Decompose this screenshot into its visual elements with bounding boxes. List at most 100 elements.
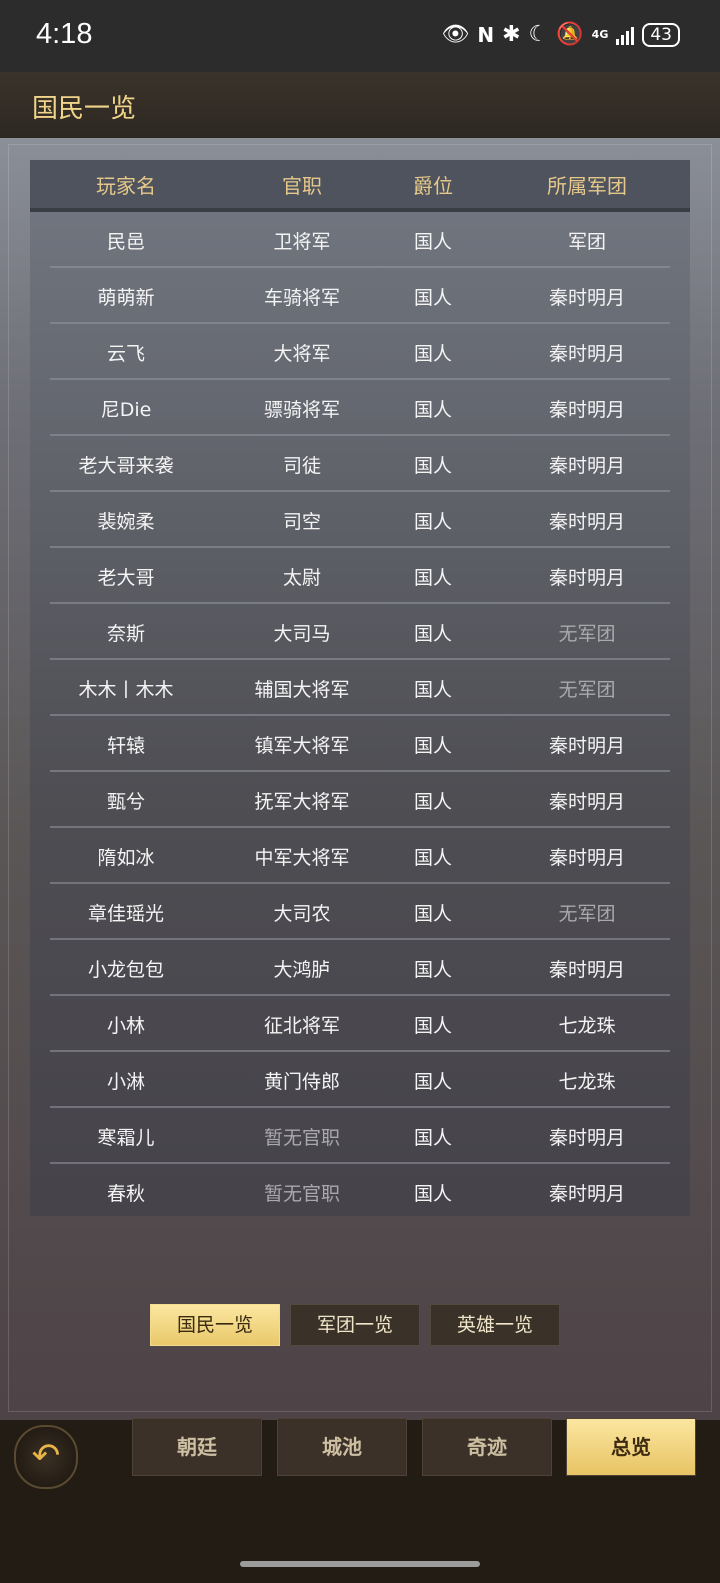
cell-player: 尼Die — [100, 398, 152, 421]
table-row[interactable]: 春秋 暂无官职 国人 秦时明月 — [30, 1164, 690, 1216]
table-row[interactable]: 奈斯 大司马 国人 无军团 — [30, 604, 690, 660]
battery-level: 43 — [642, 22, 680, 47]
col-header-player: 玩家名 — [96, 173, 156, 198]
tab-citizens[interactable]: 国民一览 — [150, 1304, 280, 1346]
cell-office: 辅国大将军 — [254, 678, 350, 701]
nav-court[interactable]: 朝廷 — [132, 1418, 262, 1476]
bluetooth-icon: ✱ — [502, 22, 521, 47]
cell-legion: 无军团 — [558, 902, 616, 925]
cell-office: 司空 — [282, 510, 321, 533]
cell-player: 甄兮 — [106, 790, 145, 813]
table-row[interactable]: 小林 征北将军 国人 七龙珠 — [30, 996, 690, 1052]
cell-player: 章佳瑶光 — [87, 902, 164, 925]
page-header: 国民一览 — [0, 72, 720, 138]
cell-office: 卫将军 — [273, 230, 331, 253]
cell-rank: 国人 — [413, 286, 452, 309]
cell-rank: 国人 — [413, 790, 452, 813]
page-title: 国民一览 — [32, 94, 137, 124]
table-header: 玩家名 官职 爵位 所属军团 — [30, 160, 690, 212]
cell-player: 老大哥来袭 — [78, 454, 174, 477]
cell-player: 民邑 — [106, 230, 145, 253]
table-row[interactable]: 章佳瑶光 大司农 国人 无军团 — [30, 884, 690, 940]
cell-office: 太尉 — [282, 566, 321, 589]
nav-cities[interactable]: 城池 — [277, 1418, 407, 1476]
home-indicator[interactable] — [240, 1561, 480, 1567]
cell-rank: 国人 — [413, 1014, 452, 1037]
cell-office: 黄门侍郎 — [263, 1070, 340, 1093]
cell-office: 大鸿胪 — [273, 958, 331, 981]
col-header-legion: 所属军团 — [547, 173, 627, 198]
cell-rank: 国人 — [413, 958, 452, 981]
table-row[interactable]: 小淋 黄门侍郎 国人 七龙珠 — [30, 1052, 690, 1108]
cell-rank: 国人 — [413, 510, 452, 533]
table-row[interactable]: 民邑 卫将军 国人 军团 — [30, 212, 690, 268]
cell-rank: 国人 — [413, 1070, 452, 1093]
signal-icon — [616, 25, 635, 45]
table-row[interactable]: 老大哥来袭 司徒 国人 秦时明月 — [30, 436, 690, 492]
cell-rank: 国人 — [413, 678, 452, 701]
col-header-office: 官职 — [282, 173, 322, 198]
cell-rank: 国人 — [413, 566, 452, 589]
network-type: 4G — [591, 28, 609, 41]
cell-legion: 秦时明月 — [548, 846, 625, 869]
cell-rank: 国人 — [413, 734, 452, 757]
cell-office: 暂无官职 — [263, 1182, 340, 1205]
nav-overview[interactable]: 总览 — [566, 1418, 696, 1476]
cell-rank: 国人 — [413, 902, 452, 925]
table-row[interactable]: 隋如冰 中军大将军 国人 秦时明月 — [30, 828, 690, 884]
cell-legion: 秦时明月 — [548, 958, 625, 981]
cell-player: 轩辕 — [106, 734, 145, 757]
cell-player: 小林 — [106, 1014, 145, 1037]
table-row[interactable]: 老大哥 太尉 国人 秦时明月 — [30, 548, 690, 604]
cell-player: 奈斯 — [106, 622, 145, 645]
cell-player: 寒霜儿 — [97, 1126, 155, 1149]
cell-player: 老大哥 — [97, 566, 155, 589]
table-row[interactable]: 裴婉柔 司空 国人 秦时明月 — [30, 492, 690, 548]
table-row[interactable]: 萌萌新 车骑将军 国人 秦时明月 — [30, 268, 690, 324]
cell-legion: 无军团 — [558, 678, 616, 701]
cell-rank: 国人 — [413, 1182, 452, 1205]
table-row[interactable]: 甄兮 抚军大将军 国人 秦时明月 — [30, 772, 690, 828]
cell-office: 抚军大将军 — [254, 790, 350, 813]
table-row[interactable]: 尼Die 骠骑将军 国人 秦时明月 — [30, 380, 690, 436]
table-row[interactable]: 轩辕 镇军大将军 国人 秦时明月 — [30, 716, 690, 772]
back-arrow-icon[interactable]: ↶ — [14, 1425, 78, 1489]
table-row[interactable]: 寒霜儿 暂无官职 国人 秦时明月 — [30, 1108, 690, 1164]
cell-office: 大司农 — [273, 902, 331, 925]
tab-heroes[interactable]: 英雄一览 — [430, 1304, 560, 1346]
cell-player: 萌萌新 — [97, 286, 155, 309]
tab-legions[interactable]: 军团一览 — [290, 1304, 420, 1346]
cell-legion: 七龙珠 — [558, 1014, 616, 1037]
table-body: 民邑 卫将军国人 军团萌萌新 车骑将军 国人 秦时明月 云飞 大将军 国人 秦时明月尼Die 骠骑将… — [30, 212, 690, 1216]
nfc-icon: N — [477, 22, 495, 47]
cell-rank: 国人 — [413, 622, 452, 645]
cell-legion: 七龙珠 — [558, 1070, 616, 1093]
cell-player: 木木丨木木 — [78, 678, 174, 701]
cell-legion: 秦时明月 — [548, 566, 625, 589]
moon-icon: ☾ — [528, 22, 549, 47]
cell-rank: 国人 — [413, 846, 452, 869]
cell-legion: 秦时明月 — [548, 1126, 625, 1149]
table-row[interactable]: 云飞 大将军 国人 秦时明月 — [30, 324, 690, 380]
cell-rank: 国人 — [413, 1126, 452, 1149]
view-tabs: 国民一览 军团一览 英雄一览 — [150, 1304, 560, 1346]
cell-office: 骠骑将军 — [263, 398, 340, 421]
cell-legion: 秦时明月 — [548, 1182, 625, 1205]
bell-muted-icon: 🔕 — [556, 22, 584, 47]
content-panel: 玩家名 官职 爵位 所属军团 民邑 卫将军国人 军团萌萌新 车骑将军 国人 秦时明月 云飞大… — [0, 138, 720, 1420]
cell-rank: 国人 — [413, 398, 452, 421]
table-row[interactable]: 小龙包包 大鸿胪 国人 秦时明月 — [30, 940, 690, 996]
cell-legion: 秦时明月 — [548, 510, 625, 533]
cell-legion: 秦时明月 — [548, 734, 625, 757]
nav-wonders[interactable]: 奇迹 — [422, 1418, 552, 1476]
cell-legion: 军团 — [567, 230, 606, 253]
cell-player: 春秋 — [106, 1182, 145, 1205]
citizen-table[interactable]: 玩家名 官职 爵位 所属军团 民邑 卫将军国人 军团萌萌新 车骑将军 国人 秦时明月 云飞大… — [30, 160, 690, 1216]
status-bar: 4:18 👁 N ✱ ☾ 🔕 4G 43 — [0, 0, 720, 72]
cell-office: 征北将军 — [263, 1014, 340, 1037]
cell-player: 隋如冰 — [97, 846, 155, 869]
table-row[interactable]: 木木丨木木 辅国大将军 国人 无军团 — [30, 660, 690, 716]
cell-office: 暂无官职 — [263, 1126, 340, 1149]
cell-player: 小淋 — [106, 1070, 145, 1093]
cell-office: 大将军 — [273, 342, 331, 365]
